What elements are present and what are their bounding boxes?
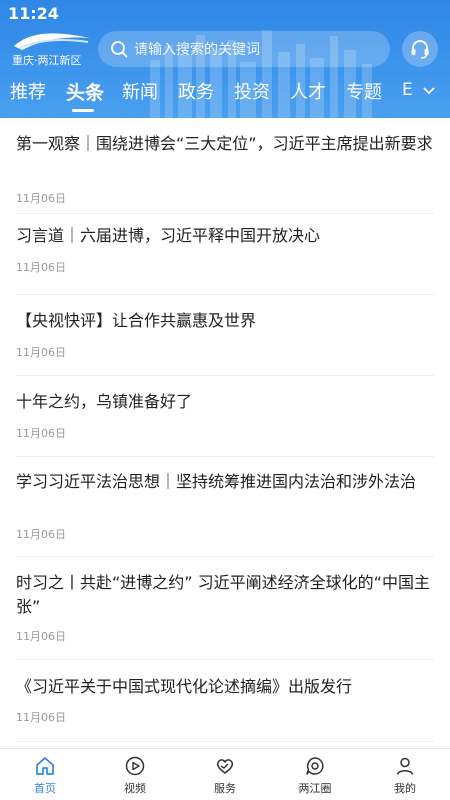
tab-talent[interactable]: 人才 xyxy=(290,78,326,108)
nav-liangjiang-circle-label: 两江圈 xyxy=(298,782,332,795)
headset-icon xyxy=(411,40,429,59)
search-icon xyxy=(111,41,128,58)
list-item[interactable]: 第一观察｜围绕进博会“三大定位”，习近平主席提出新要求 11月06日 xyxy=(16,126,434,214)
nav-video-label: 视频 xyxy=(124,782,146,795)
chat-bubble-icon xyxy=(306,757,324,775)
article-title[interactable]: 十年之约，乌镇准备好了 xyxy=(16,390,434,414)
tab-more[interactable]: E xyxy=(402,80,437,100)
user-icon xyxy=(396,757,414,775)
logo-text: 重庆·两江新区 xyxy=(12,54,82,67)
nav-service-label: 服务 xyxy=(214,782,236,795)
play-icon xyxy=(125,756,145,776)
article-title[interactable]: 学习习近平法治思想｜坚持统筹推进国内法治和涉外法治 xyxy=(16,470,434,494)
article-date: 11月06日 xyxy=(16,346,66,359)
article-date: 11月06日 xyxy=(16,261,66,274)
tab-government[interactable]: 政务 xyxy=(178,78,214,108)
tab-recommend[interactable]: 推荐 xyxy=(10,78,46,108)
customer-service-button[interactable] xyxy=(402,31,438,67)
logo-wave-icon xyxy=(14,33,90,50)
nav-liangjiang-circle[interactable]: 两江圈 xyxy=(270,749,360,800)
category-tabs: 推荐 头条 新闻 政务 投资 人才 专题 E xyxy=(0,78,450,114)
article-title[interactable]: 【央视快评】让合作共赢惠及世界 xyxy=(16,309,434,333)
tab-headlines[interactable]: 头条 xyxy=(66,78,104,108)
article-date: 11月06日 xyxy=(16,192,66,205)
article-date: 11月06日 xyxy=(16,427,66,440)
tab-special[interactable]: 专题 xyxy=(346,78,382,108)
list-item[interactable]: 习言道｜六届进博，习近平释中国开放决心 11月06日 xyxy=(16,214,434,295)
home-icon xyxy=(36,757,54,775)
article-date: 11月06日 xyxy=(16,711,66,724)
bottom-navigation: 首页 视频 服务 两江圈 我的 xyxy=(0,748,450,800)
nav-home[interactable]: 首页 xyxy=(0,749,90,800)
list-item[interactable]: 时习之丨共赴“进博之约” 习近平阐述经济全球化的“中国主张” 11月06日 xyxy=(16,557,434,660)
active-tab-indicator xyxy=(72,109,94,112)
tab-e[interactable]: E xyxy=(402,80,413,100)
chevron-down-icon[interactable] xyxy=(421,82,437,98)
list-item[interactable]: 十年之约，乌镇准备好了 11月06日 xyxy=(16,376,434,457)
nav-mine-label: 我的 xyxy=(394,782,416,795)
list-item[interactable]: 《习近平关于中国式现代化论述摘编》出版发行 11月06日 xyxy=(16,660,434,742)
article-date: 11月06日 xyxy=(16,528,66,541)
article-title[interactable]: 时习之丨共赴“进博之约” 习近平阐述经济全球化的“中国主张” xyxy=(16,571,434,619)
nav-video[interactable]: 视频 xyxy=(90,749,180,800)
article-title[interactable]: 第一观察｜围绕进博会“三大定位”，习近平主席提出新要求 xyxy=(16,132,434,156)
app-header: 11:24 重庆·两江新区 请输入搜索的关键词 推荐 头条 新闻 政务 投资 人… xyxy=(0,0,450,118)
search-input[interactable]: 请输入搜索的关键词 xyxy=(98,31,390,67)
tab-investment[interactable]: 投资 xyxy=(234,78,270,108)
list-item[interactable]: 【央视快评】让合作共赢惠及世界 11月06日 xyxy=(16,295,434,376)
nav-mine[interactable]: 我的 xyxy=(360,749,450,800)
status-bar-time: 11:24 xyxy=(8,4,59,23)
nav-home-label: 首页 xyxy=(34,782,56,795)
article-title[interactable]: 习言道｜六届进博，习近平释中国开放决心 xyxy=(16,224,434,248)
article-date: 11月06日 xyxy=(16,630,66,643)
article-title[interactable]: 《习近平关于中国式现代化论述摘编》出版发行 xyxy=(16,675,434,699)
nav-service[interactable]: 服务 xyxy=(180,749,270,800)
heart-hand-icon xyxy=(216,759,234,774)
list-item[interactable]: 学习习近平法治思想｜坚持统筹推进国内法治和涉外法治 11月06日 xyxy=(16,457,434,557)
search-placeholder: 请输入搜索的关键词 xyxy=(134,42,260,58)
tab-news[interactable]: 新闻 xyxy=(122,78,158,108)
app-logo: 重庆·两江新区 xyxy=(8,26,92,70)
